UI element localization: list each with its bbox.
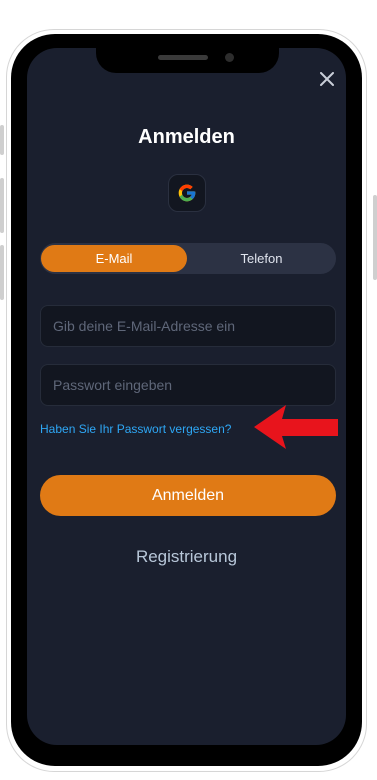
phone-volume-up-button (0, 178, 4, 233)
close-icon (320, 72, 334, 86)
phone-volume-down-button (0, 245, 4, 300)
front-camera (225, 53, 234, 62)
google-icon (178, 184, 196, 202)
phone-side-button (0, 125, 4, 155)
login-submit-button[interactable]: Anmelden (40, 475, 336, 516)
annotation-arrow-icon (254, 405, 338, 449)
phone-notch (96, 48, 279, 73)
login-method-tabs: E-Mail Telefon (40, 243, 336, 274)
close-button[interactable] (318, 70, 336, 88)
modal-title: Anmelden (138, 126, 235, 148)
password-input[interactable] (40, 364, 336, 406)
email-input[interactable] (40, 305, 336, 347)
phone-power-button (373, 195, 377, 280)
tab-email[interactable]: E-Mail (41, 245, 187, 272)
tab-phone[interactable]: Telefon (187, 243, 336, 274)
register-link[interactable]: Registrierung (27, 547, 346, 567)
google-login-button[interactable] (168, 174, 206, 212)
forgot-password-link[interactable]: Haben Sie Ihr Passwort vergessen? (40, 422, 231, 436)
speaker-grille (158, 55, 208, 60)
